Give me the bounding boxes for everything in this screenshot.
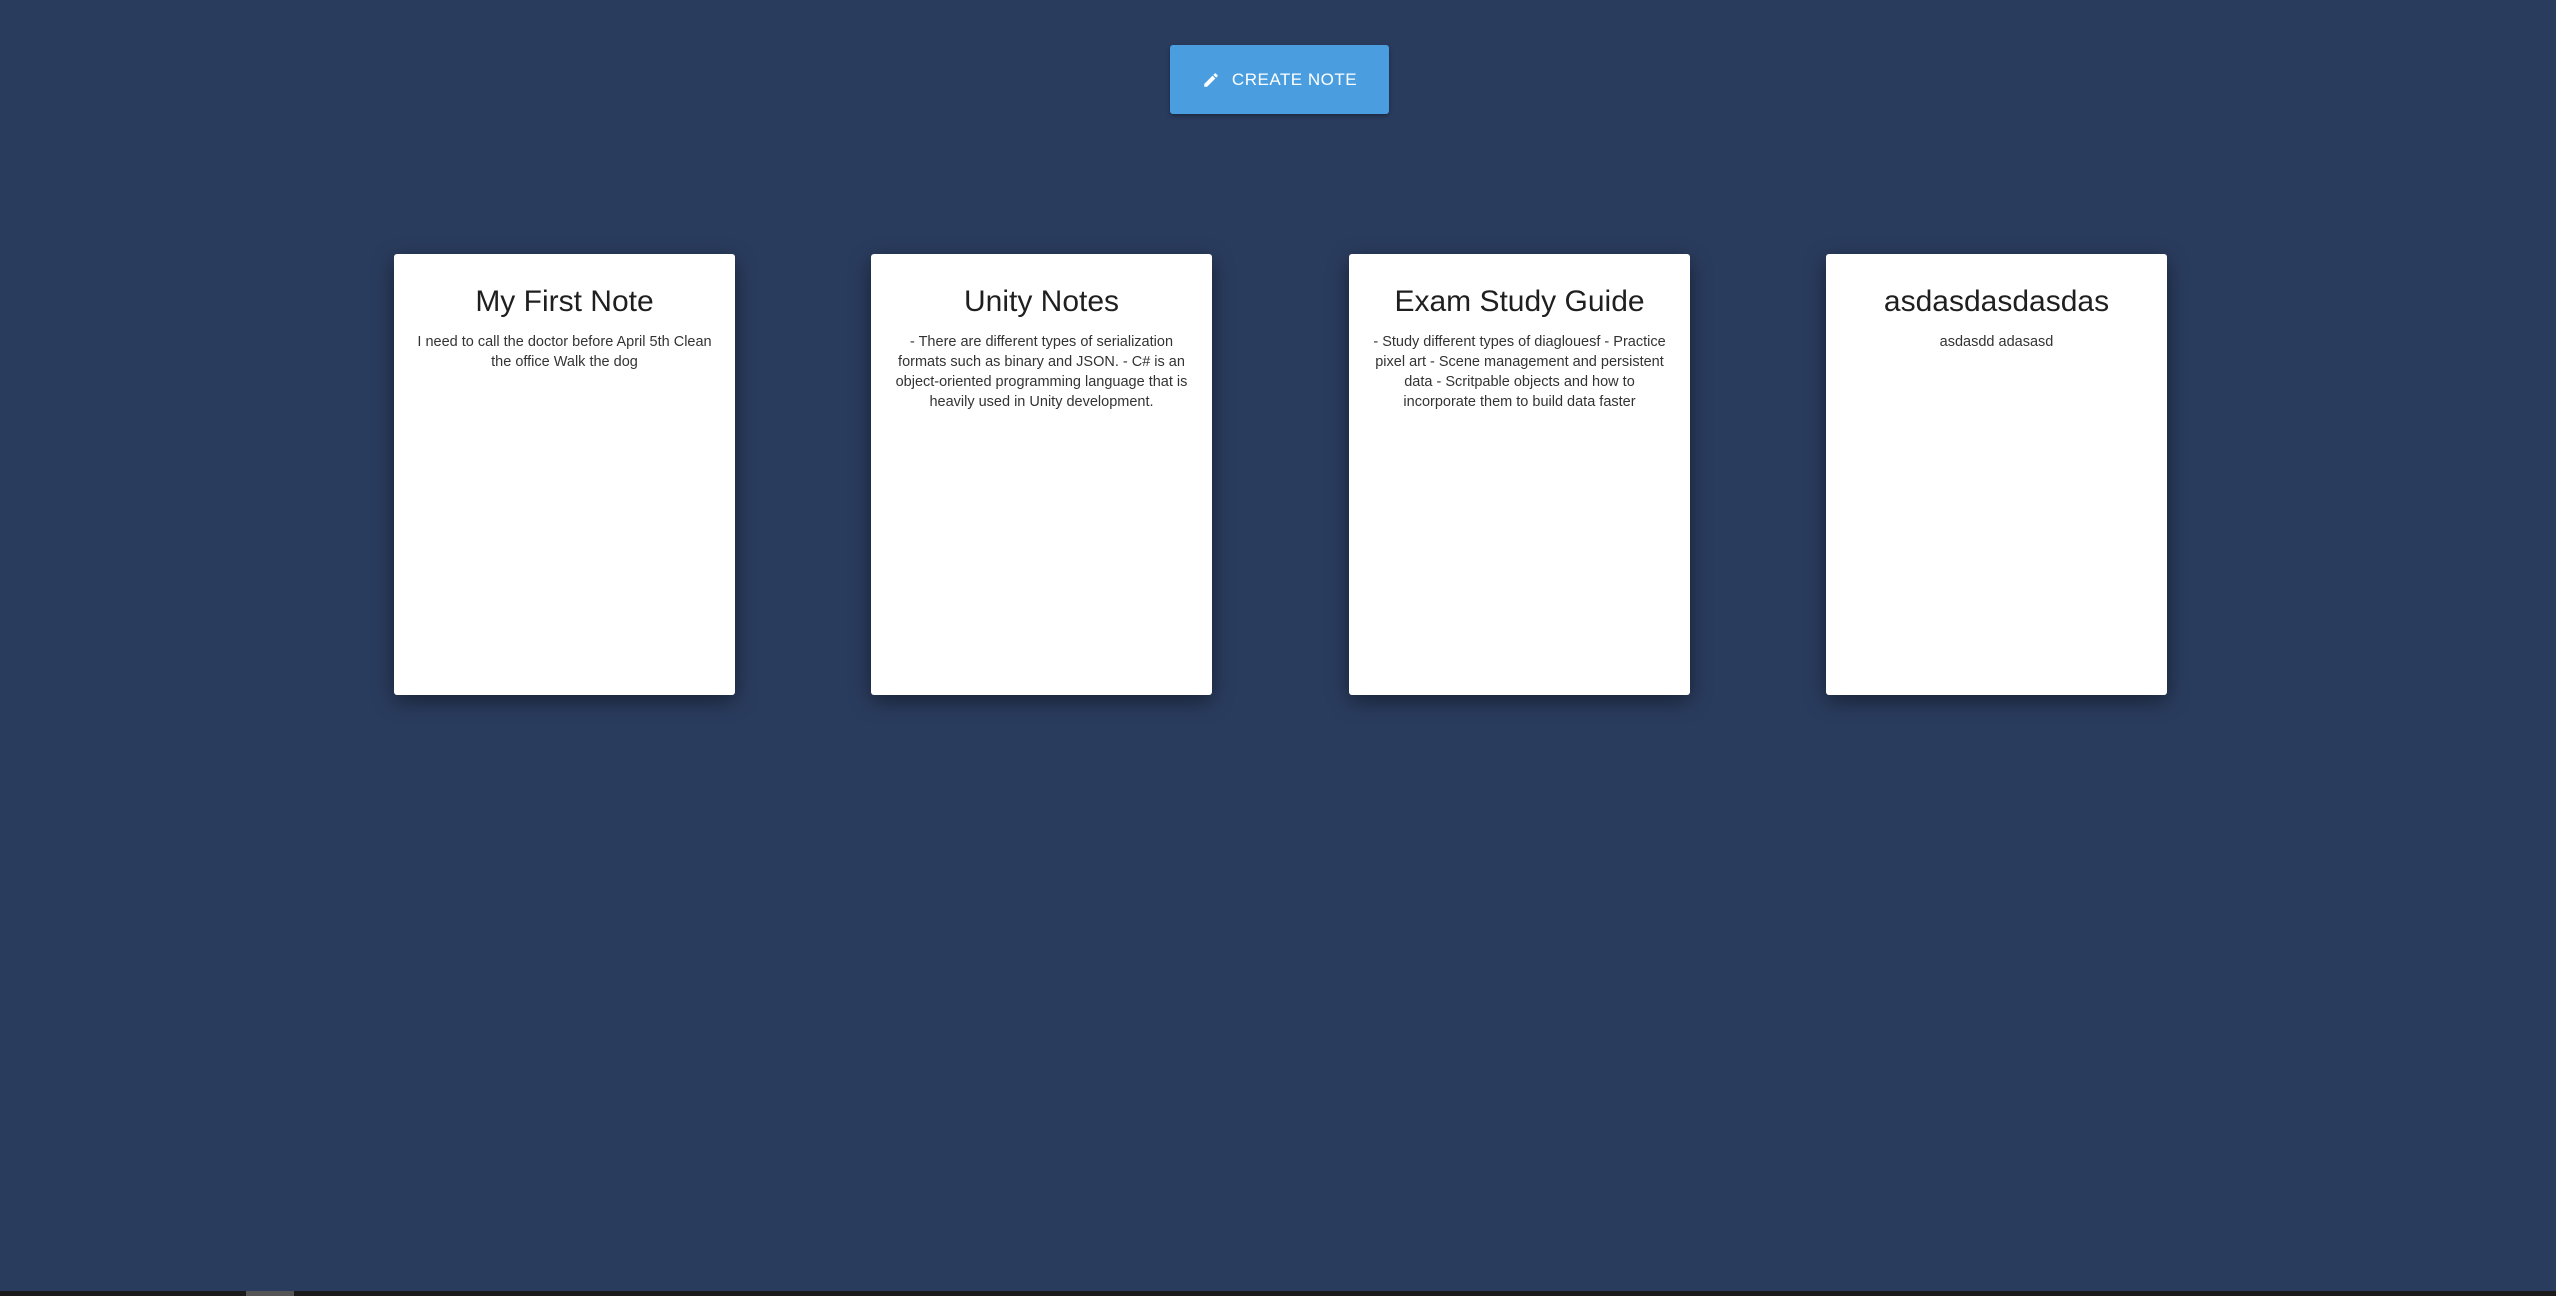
note-body: I need to call the doctor before April 5…	[417, 334, 712, 370]
note-title: Exam Study Guide	[1394, 285, 1645, 318]
taskbar-indicator	[246, 1291, 294, 1296]
note-title: Unity Notes	[963, 285, 1120, 318]
note-card[interactable]: Unity Notes - There are different types …	[871, 254, 1212, 695]
pencil-icon	[1202, 71, 1220, 89]
note-body: - Study different types of diaglouesf - …	[1373, 334, 1666, 410]
note-title: My First Note	[475, 285, 654, 318]
create-note-button[interactable]: CREATE NOTE	[1170, 45, 1389, 114]
note-body: asdasdd adasasd	[1939, 334, 2054, 350]
note-title: asdasdasdasdas	[1883, 285, 2110, 318]
create-note-label: CREATE NOTE	[1231, 69, 1358, 89]
note-body: - There are different types of serializa…	[895, 334, 1188, 410]
note-card[interactable]: Exam Study Guide - Study different types…	[1349, 254, 1690, 695]
note-card[interactable]: My First Note I need to call the doctor …	[394, 254, 735, 695]
notes-grid: My First Note I need to call the doctor …	[0, 254, 2556, 696]
note-card[interactable]: asdasdasdasdas asdasdd adasasd	[1826, 254, 2167, 695]
bottom-bar	[0, 1291, 2556, 1296]
